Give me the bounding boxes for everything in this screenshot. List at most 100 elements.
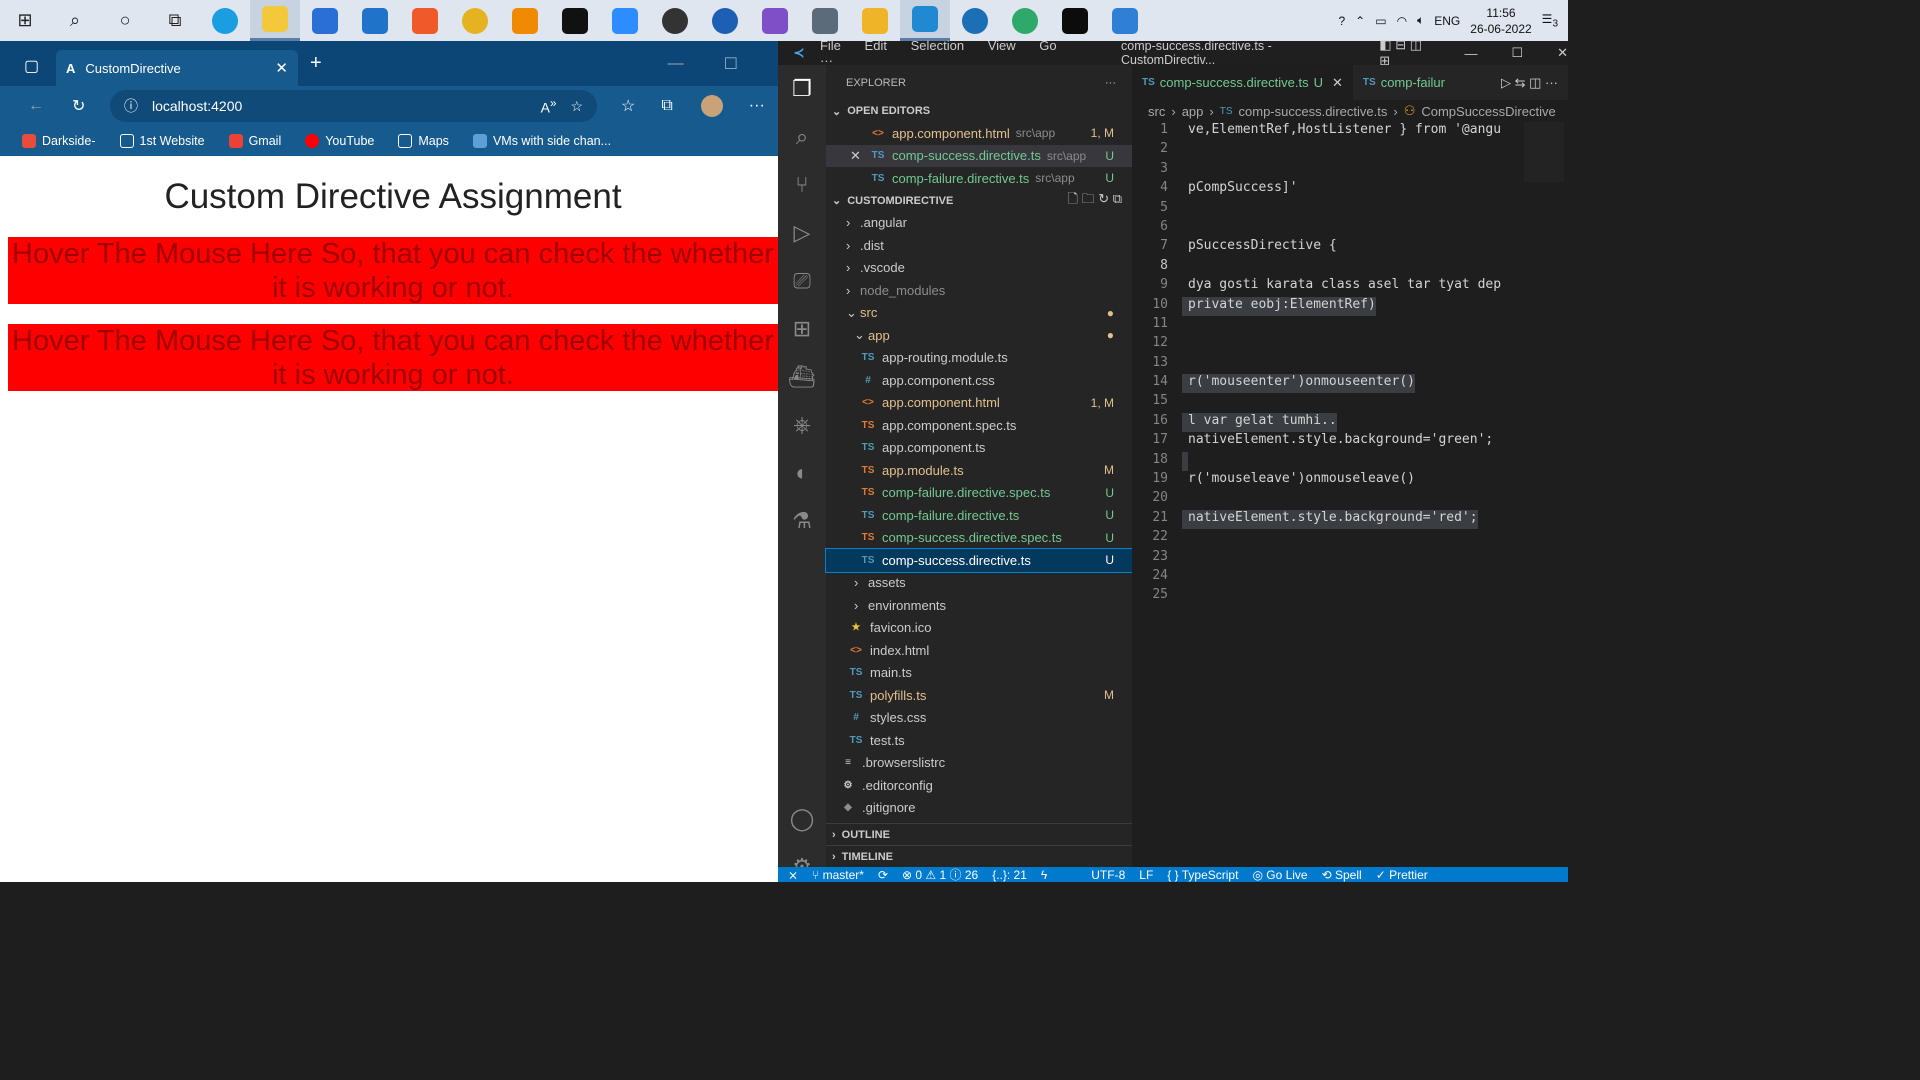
file-item[interactable]: TS app.component.ts xyxy=(826,437,1132,460)
wifi-icon[interactable]: ◠ xyxy=(1397,14,1407,28)
refresh-icon[interactable]: ↻ xyxy=(72,96,85,116)
more-actions-icon[interactable]: ··· xyxy=(1105,77,1116,89)
project-section[interactable]: ⌄ CUSTOMDIRECTIVE 🗋 🗀 ↻ ⧉ xyxy=(826,190,1132,212)
folder-item[interactable]: ⌄ app ● xyxy=(826,324,1132,347)
file-item[interactable]: ≡ .browserslistrc xyxy=(826,752,1132,775)
menu-selection[interactable]: Selection xyxy=(911,38,964,53)
go-live-button[interactable]: ◎ Go Live xyxy=(1252,868,1307,882)
explorer-actions-icons[interactable]: 🗋 🗀 ↻ ⧉ xyxy=(1068,190,1122,212)
folder-item[interactable]: › assets xyxy=(826,572,1132,595)
file-item[interactable]: TS app.module.ts M xyxy=(826,459,1132,482)
tab-actions-icon[interactable]: ▢ xyxy=(24,56,39,76)
windows-start-icon[interactable]: ⊞ xyxy=(0,0,50,41)
file-item[interactable]: ⚙ .editorconfig xyxy=(826,774,1132,797)
run-debug-icon[interactable]: ▷ xyxy=(778,209,826,257)
file-item[interactable]: # app.component.css xyxy=(826,369,1132,392)
terminal-taskbar-icon[interactable] xyxy=(1050,0,1100,41)
outline-section[interactable]: › OUTLINE xyxy=(826,823,1132,845)
app2-taskbar-icon[interactable] xyxy=(850,0,900,41)
minimize-icon[interactable]: — xyxy=(668,55,684,73)
file-item[interactable]: TS comp-failure.directive.ts U xyxy=(826,504,1132,527)
mail-taskbar-icon[interactable] xyxy=(350,0,400,41)
cortana-icon[interactable]: ○ xyxy=(100,0,150,41)
app-taskbar-icon[interactable] xyxy=(800,0,850,41)
file-item[interactable]: <> index.html xyxy=(826,639,1132,662)
new-tab-icon[interactable]: + xyxy=(310,52,322,75)
add-favorite-icon[interactable]: ☆ xyxy=(570,98,583,115)
timeline-section[interactable]: › TIMELINE xyxy=(826,845,1132,867)
close-icon[interactable]: ✕ xyxy=(850,148,870,164)
collections-icon[interactable]: ⧉ xyxy=(661,97,672,115)
profile-avatar[interactable] xyxy=(700,95,723,117)
search-icon[interactable]: ⌕ xyxy=(50,0,100,41)
docker-icon[interactable]: ⛴ xyxy=(778,353,826,401)
intellij-taskbar-icon[interactable] xyxy=(550,0,600,41)
file-item[interactable]: TS main.ts xyxy=(826,662,1132,685)
brave-taskbar-icon[interactable] xyxy=(400,0,450,41)
hover-box[interactable]: Hover The Mouse Here So, that you can ch… xyxy=(8,237,778,304)
remote-explorer-icon[interactable]: ⎚ xyxy=(778,257,826,305)
bookmark-item[interactable]: Darkside- xyxy=(22,134,96,148)
obs-taskbar-icon[interactable] xyxy=(650,0,700,41)
close-window-icon[interactable]: ✕ xyxy=(1557,45,1568,61)
folder-item[interactable]: › node_modules xyxy=(826,279,1132,302)
browser-tab[interactable]: A CustomDirective ✕ xyxy=(56,50,298,86)
file-item[interactable]: TS comp-failure.directive.spec.ts U xyxy=(826,482,1132,505)
favorites-icon[interactable]: ☆ xyxy=(621,96,635,116)
tab-comp-failure[interactable]: TS comp-failur xyxy=(1353,65,1455,100)
store-taskbar-icon[interactable] xyxy=(300,0,350,41)
open-editor-item[interactable]: <> app.component.html src\app 1, M xyxy=(826,122,1132,145)
folder-item[interactable]: › .vscode xyxy=(826,257,1132,280)
edge-taskbar-icon[interactable] xyxy=(200,0,250,41)
photos-taskbar-icon[interactable] xyxy=(1100,0,1150,41)
vscode-taskbar-icon[interactable] xyxy=(900,0,950,41)
menu-go[interactable]: Go xyxy=(1039,38,1056,53)
file-item[interactable]: ★ favicon.ico xyxy=(826,617,1132,640)
file-item[interactable]: TS comp-success.directive.spec.ts U xyxy=(826,527,1132,550)
testing-icon[interactable]: ⚗ xyxy=(778,497,826,545)
back-icon[interactable]: ← xyxy=(28,97,44,115)
problems-indicator[interactable]: ⊗ 0 ⚠ 1 ⓘ 26 xyxy=(902,867,978,882)
t-app-taskbar-icon[interactable] xyxy=(700,0,750,41)
spell-indicator[interactable]: ⟲ Spell xyxy=(1322,868,1362,882)
minimap[interactable] xyxy=(1524,122,1564,182)
accounts-icon[interactable]: ◯ xyxy=(778,795,826,843)
editor-actions-icons[interactable]: ▷ ⇆ ◫ ··· xyxy=(1501,75,1558,91)
close-tab-icon[interactable]: ✕ xyxy=(1332,75,1343,91)
volume-icon[interactable]: 🔈︎ xyxy=(1417,13,1424,28)
sync-icon[interactable]: ⟳ xyxy=(878,868,888,882)
language-indicator[interactable]: ENG xyxy=(1434,14,1460,28)
maximize-icon[interactable]: ☐ xyxy=(1511,45,1523,61)
read-aloud-icon[interactable]: A» xyxy=(541,97,557,116)
folder-item[interactable]: › .dist xyxy=(826,234,1132,257)
battery-icon[interactable]: ▭ xyxy=(1375,14,1386,28)
open-editor-item[interactable]: ✕ TS comp-success.directive.ts src\app U xyxy=(826,144,1132,167)
prettier-indicator[interactable]: ✓ Prettier xyxy=(1376,868,1428,882)
folder-item[interactable]: › environments xyxy=(826,594,1132,617)
file-item[interactable]: TS app-routing.module.ts xyxy=(826,347,1132,370)
atom-taskbar-icon[interactable] xyxy=(1000,0,1050,41)
file-item[interactable]: TS test.ts xyxy=(826,729,1132,752)
chevron-up-icon[interactable]: ⌃ xyxy=(1355,14,1365,28)
folder-item[interactable]: › .angular xyxy=(826,212,1132,235)
file-item[interactable]: ◆ .gitignore xyxy=(826,797,1132,820)
search-icon[interactable]: ⌕ xyxy=(778,113,826,161)
folder-item[interactable]: ⌄ src ● xyxy=(826,302,1132,325)
bookmark-item[interactable]: YouTube xyxy=(305,134,374,148)
kubernetes-icon[interactable]: ⎈ xyxy=(778,401,826,449)
file-item-selected[interactable]: TS comp-success.directive.ts U xyxy=(825,548,1133,573)
notification-icon[interactable]: ☰3 xyxy=(1542,12,1558,29)
language-indicator[interactable]: { } TypeScript xyxy=(1167,868,1238,882)
explorer-icon[interactable]: ❐ xyxy=(778,65,826,113)
zoom-taskbar-icon[interactable] xyxy=(600,0,650,41)
bookmark-item[interactable]: Maps xyxy=(398,134,449,148)
chrome-taskbar-icon[interactable] xyxy=(450,0,500,41)
tab-comp-success[interactable]: TS comp-success.directive.ts U ✕ xyxy=(1132,65,1353,100)
open-editor-item[interactable]: TS comp-failure.directive.ts src\app U xyxy=(826,167,1132,190)
braces-indicator[interactable]: {..}: 21 xyxy=(992,868,1027,882)
more-menu-icon[interactable]: ··· xyxy=(749,97,765,115)
bookmark-item[interactable]: Gmail xyxy=(228,134,281,148)
remote-icon[interactable]: ⨯ xyxy=(788,868,798,882)
extensions-icon[interactable]: ⊞ xyxy=(778,305,826,353)
eol-indicator[interactable]: LF xyxy=(1139,868,1153,882)
